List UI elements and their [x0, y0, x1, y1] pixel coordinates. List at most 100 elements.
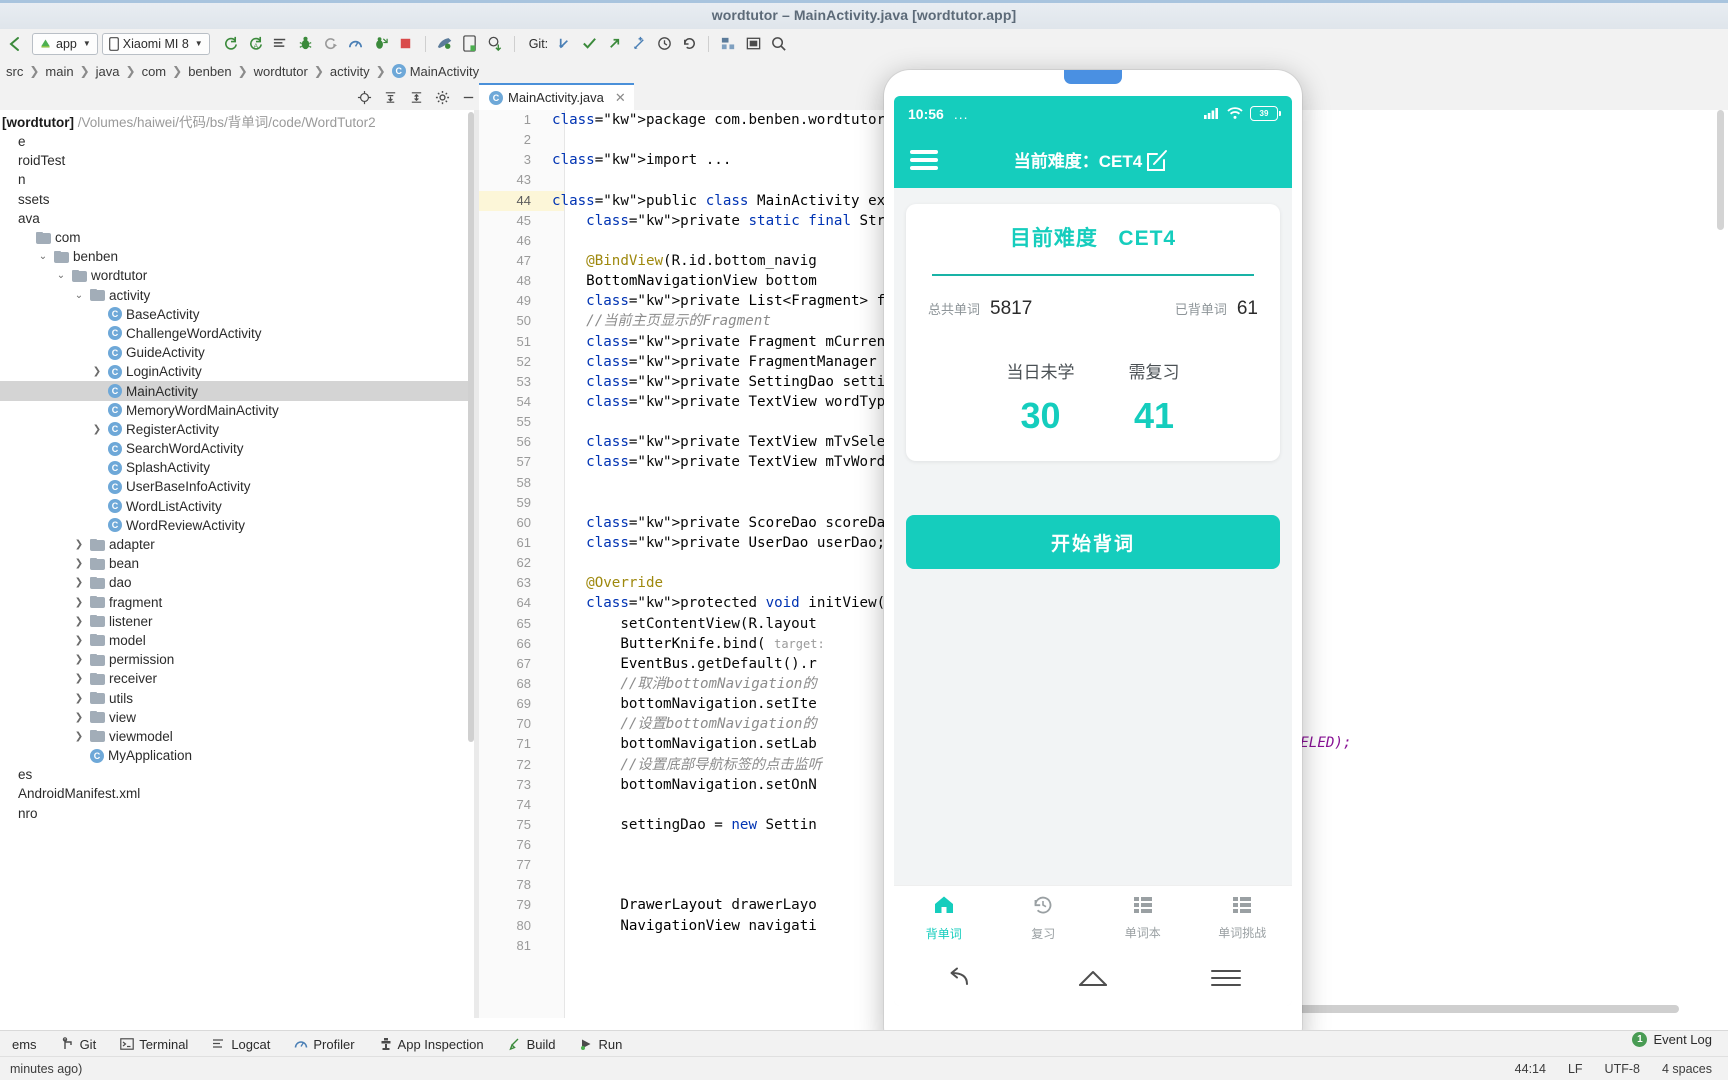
- tree-item-mainactivity[interactable]: C MainActivity: [0, 381, 479, 401]
- hamburger-icon[interactable]: [910, 149, 938, 170]
- breadcrumb-item-com[interactable]: com: [136, 64, 173, 79]
- search-icon[interactable]: [767, 33, 789, 55]
- bottom-tool-logcat[interactable]: Logcat: [200, 1037, 282, 1052]
- breadcrumb-item-benben[interactable]: benben: [182, 64, 237, 79]
- project-tree[interactable]: [wordtutor] /Volumes/haiwei/代码/bs/背单词/co…: [0, 110, 479, 1018]
- debug-run-icon[interactable]: [320, 33, 342, 55]
- collapse-all-icon[interactable]: [379, 87, 401, 107]
- expand-all-icon[interactable]: [405, 87, 427, 107]
- git-branch-icon[interactable]: [628, 33, 650, 55]
- bottom-tool-problems[interactable]: ems: [0, 1037, 49, 1052]
- start-memorize-button[interactable]: 开始背词: [906, 515, 1280, 569]
- breadcrumb-item-wordtutor[interactable]: wordtutor: [248, 64, 314, 79]
- tree-item-guideactivity[interactable]: C GuideActivity: [0, 343, 479, 362]
- close-icon[interactable]: ✕: [615, 90, 626, 106]
- structure-icon[interactable]: [717, 33, 739, 55]
- profiler-icon[interactable]: [345, 33, 367, 55]
- tree-item-myapplication[interactable]: C MyApplication: [0, 746, 479, 765]
- breadcrumb-item-main[interactable]: main: [39, 64, 79, 79]
- editor-tab-mainactivity[interactable]: C MainActivity.java ✕: [479, 83, 634, 110]
- tree-item-receiver[interactable]: ❯ receiver: [0, 669, 479, 688]
- sync-icon[interactable]: [220, 33, 242, 55]
- tree-item-userbaseinfoactivity[interactable]: C UserBaseInfoActivity: [0, 477, 479, 496]
- target-icon[interactable]: [353, 87, 375, 107]
- tree-item-model[interactable]: ❯ model: [0, 631, 479, 650]
- git-commit-icon[interactable]: [578, 33, 600, 55]
- project-root-row[interactable]: [wordtutor] /Volumes/haiwei/代码/bs/背单词/co…: [0, 110, 479, 132]
- edit-square-icon[interactable]: [1144, 146, 1172, 174]
- sysnav-home-button[interactable]: [1027, 968, 1160, 988]
- bottom-tool-run[interactable]: Run: [567, 1037, 634, 1052]
- tree-item-baseactivity[interactable]: C BaseActivity: [0, 305, 479, 324]
- phone-screen[interactable]: 10:56 ... 39 当前难度：CET4 目前难度 CET4 总共单词 58…: [894, 96, 1292, 1006]
- tree-item-androidmanifest-xml[interactable]: AndroidManifest.xml: [0, 784, 479, 803]
- bottom-tool-git[interactable]: Git: [49, 1037, 109, 1052]
- tree-item-loginactivity[interactable]: ❯ C LoginActivity: [0, 362, 479, 381]
- tree-item-permission[interactable]: ❯ permission: [0, 650, 479, 669]
- sdk-manager-icon[interactable]: [484, 33, 506, 55]
- breadcrumb-item-activity[interactable]: activity: [324, 64, 376, 79]
- editor-vertical-scrollbar[interactable]: [1717, 110, 1724, 230]
- bottom-nav-item-memorize[interactable]: 背单词: [894, 894, 994, 942]
- breadcrumb-item-java[interactable]: java: [90, 64, 126, 79]
- tree-item-challengewordactivity[interactable]: C ChallengeWordActivity: [0, 324, 479, 343]
- tree-item-ssets[interactable]: ssets: [0, 190, 479, 209]
- breadcrumb-item-src[interactable]: src: [0, 64, 29, 79]
- device-manager-icon[interactable]: [459, 33, 481, 55]
- tree-item-es[interactable]: es: [0, 765, 479, 784]
- git-push-icon[interactable]: [603, 33, 625, 55]
- bottom-nav-item-challenge[interactable]: 单词挑战: [1193, 895, 1293, 941]
- git-history-icon[interactable]: [653, 33, 675, 55]
- caret-position[interactable]: 44:14: [1515, 1062, 1546, 1076]
- line-separator[interactable]: LF: [1568, 1062, 1583, 1076]
- tree-item-fragment[interactable]: ❯ fragment: [0, 593, 479, 612]
- navigate-back-icon[interactable]: [2, 36, 28, 52]
- bottom-tool-terminal[interactable]: Terminal: [108, 1037, 200, 1052]
- apply-changes-icon[interactable]: [270, 33, 292, 55]
- tree-item-wordlistactivity[interactable]: C WordListActivity: [0, 497, 479, 516]
- tree-item-e[interactable]: e: [0, 132, 479, 151]
- tree-item-viewmodel[interactable]: ❯ viewmodel: [0, 727, 479, 746]
- tree-item-bean[interactable]: ❯ bean: [0, 554, 479, 573]
- run-configuration-selector[interactable]: app ▼: [32, 32, 98, 55]
- tree-item-utils[interactable]: ❯ utils: [0, 688, 479, 707]
- event-log-button[interactable]: 1 Event Log: [1632, 1032, 1712, 1047]
- tree-item-n[interactable]: n: [0, 170, 479, 189]
- emulator-window[interactable]: 10:56 ... 39 当前难度：CET4 目前难度 CET4 总共单词 58…: [884, 70, 1302, 1053]
- indent-setting[interactable]: 4 spaces: [1662, 1062, 1712, 1076]
- avd-manager-icon[interactable]: [434, 33, 456, 55]
- debug-bug-icon[interactable]: [295, 33, 317, 55]
- tree-item-benben[interactable]: ⌄ benben: [0, 247, 479, 266]
- minimize-icon[interactable]: [457, 87, 479, 107]
- tree-item-dao[interactable]: ❯ dao: [0, 573, 479, 592]
- device-selector[interactable]: Xiaomi MI 8 ▼: [101, 32, 210, 55]
- breadcrumb-item-mainactivity[interactable]: C MainActivity: [386, 64, 485, 79]
- bottom-nav-item-review[interactable]: 复习: [994, 894, 1094, 942]
- tree-item-wordreviewactivity[interactable]: C WordReviewActivity: [0, 516, 479, 535]
- tree-item-registeractivity[interactable]: ❯ C RegisterActivity: [0, 420, 479, 439]
- sysnav-recents-button[interactable]: [1159, 970, 1292, 986]
- bottom-tool-app-inspection[interactable]: App Inspection: [367, 1037, 496, 1052]
- tree-item-adapter[interactable]: ❯ adapter: [0, 535, 479, 554]
- tree-item-com[interactable]: com: [0, 228, 479, 247]
- bottom-tool-build[interactable]: Build: [496, 1037, 568, 1052]
- settings-gear-icon[interactable]: [431, 87, 453, 107]
- git-update-icon[interactable]: [553, 33, 575, 55]
- tree-item-roidtest[interactable]: roidTest: [0, 151, 479, 170]
- stop-icon[interactable]: [395, 33, 417, 55]
- sync-alt-icon[interactable]: A: [245, 33, 267, 55]
- tree-item-wordtutor[interactable]: ⌄ wordtutor: [0, 266, 479, 285]
- tree-item-listener[interactable]: ❯ listener: [0, 612, 479, 631]
- tree-item-nro[interactable]: nro: [0, 804, 479, 823]
- tree-item-activity[interactable]: ⌄ activity: [0, 286, 479, 305]
- tree-item-memorywordmainactivity[interactable]: C MemoryWordMainActivity: [0, 401, 479, 420]
- debug-attach-icon[interactable]: [370, 33, 392, 55]
- sysnav-back-button[interactable]: [894, 966, 1027, 990]
- bottom-tool-profiler[interactable]: Profiler: [282, 1037, 366, 1052]
- tree-item-ava[interactable]: ava: [0, 209, 479, 228]
- file-encoding[interactable]: UTF-8: [1605, 1062, 1640, 1076]
- tree-item-view[interactable]: ❯ view: [0, 708, 479, 727]
- tree-item-searchwordactivity[interactable]: C SearchWordActivity: [0, 439, 479, 458]
- layout-icon[interactable]: [742, 33, 764, 55]
- git-rollback-icon[interactable]: [678, 33, 700, 55]
